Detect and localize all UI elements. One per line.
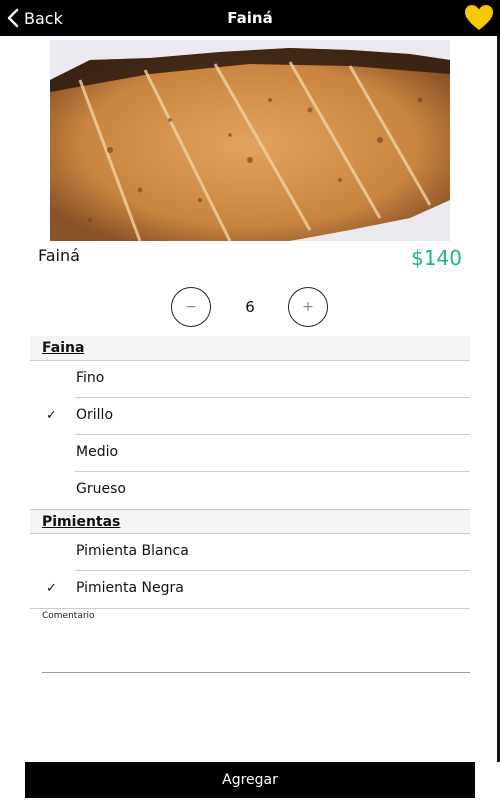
divider [30, 608, 470, 609]
decrement-button[interactable]: − [171, 287, 211, 327]
option-pimienta-blanca[interactable]: Pimienta Blanca [30, 534, 470, 571]
option-label: Pimienta Blanca [76, 543, 189, 559]
check-icon: ✓ [46, 581, 57, 596]
product-image [50, 40, 450, 241]
comment-field[interactable] [42, 624, 470, 673]
option-label: Medio [76, 444, 119, 460]
group-header-faina: Faina [30, 336, 470, 361]
page-title: Fainá [227, 9, 273, 27]
comment-label: Comentario [42, 611, 95, 621]
option-label: Fino [76, 370, 105, 386]
quantity-value: 6 [245, 298, 255, 316]
add-button[interactable]: Agregar [25, 762, 475, 798]
option-label: Grueso [76, 481, 126, 497]
favorite-button[interactable] [464, 4, 494, 35]
check-icon: ✓ [46, 408, 57, 423]
option-label: Orillo [76, 407, 114, 423]
nav-bar: Back Fainá [0, 0, 500, 36]
heart-icon [465, 5, 493, 30]
group-title: Pimientas [42, 514, 121, 530]
option-label: Pimienta Negra [76, 580, 184, 596]
option-fino[interactable]: Fino [30, 361, 470, 398]
option-medio[interactable]: Medio [30, 435, 470, 472]
option-orillo[interactable]: ✓ Orillo [30, 398, 470, 435]
product-name: Fainá [38, 246, 80, 265]
option-grueso[interactable]: Grueso [30, 472, 470, 509]
group-title: Faina [42, 340, 85, 356]
product-price: $140 [411, 246, 462, 270]
option-pimienta-negra[interactable]: ✓ Pimienta Negra [30, 571, 470, 608]
group-header-pimientas: Pimientas [30, 509, 470, 534]
increment-button[interactable]: + [288, 287, 328, 327]
